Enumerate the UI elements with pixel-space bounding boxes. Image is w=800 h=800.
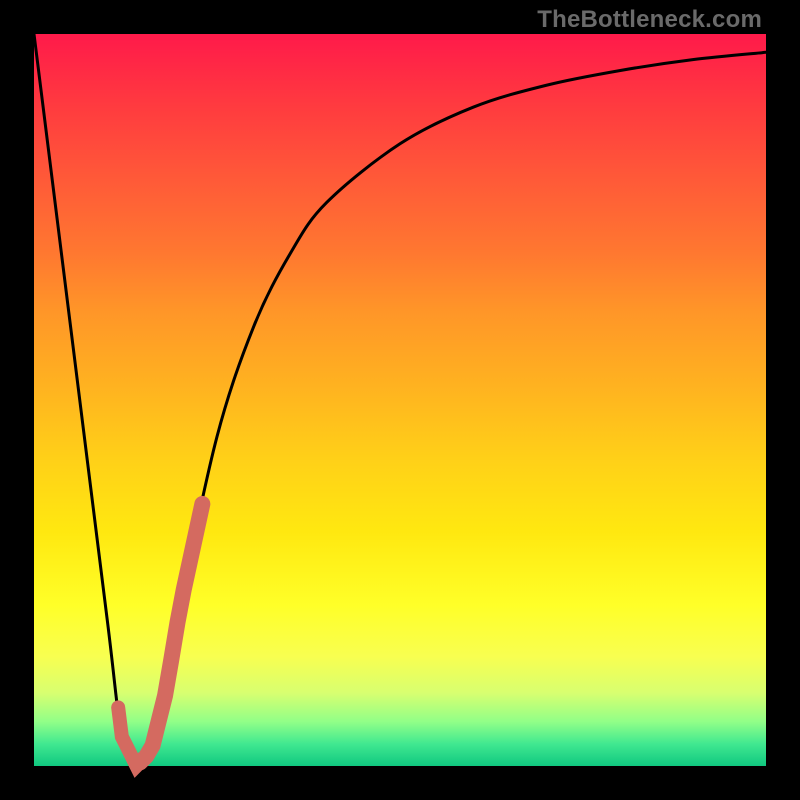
- watermark-text: TheBottleneck.com: [537, 6, 762, 34]
- bottleneck-curve: [34, 34, 766, 767]
- chart-frame: TheBottleneck.com: [0, 0, 800, 800]
- chart-svg: [34, 34, 766, 766]
- rising-accent: [140, 504, 202, 762]
